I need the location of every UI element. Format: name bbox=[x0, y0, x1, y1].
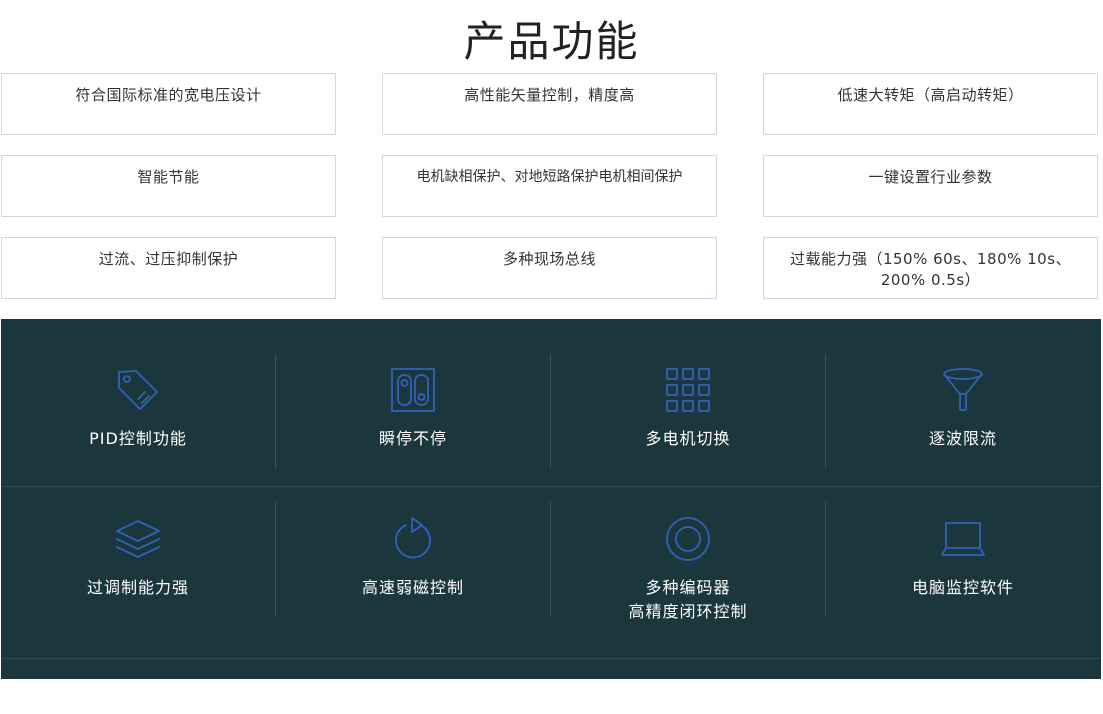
feature-box: 过流、过压抑制保护 bbox=[1, 237, 336, 299]
function-item-multi-motor: 多电机切换 bbox=[551, 366, 825, 451]
function-item-encoder: 多种编码器 高精度闭环控制 bbox=[551, 515, 825, 624]
grid-icon bbox=[666, 368, 710, 412]
function-item-pid: PID控制功能 bbox=[1, 366, 275, 451]
function-label: 瞬停不停 bbox=[378, 429, 447, 448]
function-item-overmodulation: 过调制能力强 bbox=[1, 515, 275, 600]
layers-icon bbox=[116, 520, 160, 558]
function-label: 逐波限流 bbox=[928, 429, 997, 448]
feature-box: 低速大转矩（高启动转矩） bbox=[763, 73, 1098, 135]
row-divider bbox=[1, 658, 1101, 659]
feature-box: 符合国际标准的宽电压设计 bbox=[1, 73, 336, 135]
refresh-icon bbox=[395, 517, 431, 559]
feature-box: 智能节能 bbox=[1, 155, 336, 217]
function-label: 多电机切换 bbox=[645, 429, 731, 448]
function-label: 高速弱磁控制 bbox=[361, 578, 464, 597]
function-label: PID控制功能 bbox=[89, 429, 187, 448]
page-title: 产品功能 bbox=[463, 17, 640, 66]
feature-box: 多种现场总线 bbox=[382, 237, 717, 299]
ring-icon bbox=[666, 517, 710, 561]
switch-panel-icon bbox=[391, 368, 435, 412]
funnel-icon bbox=[943, 368, 983, 411]
function-panel: PID控制功能 瞬停不停 多电机切换 逐波限流 过调制能力强 高速弱磁控制 多种… bbox=[1, 319, 1101, 679]
feature-box: 电机缺相保护、对地短路保护电机相间保护 bbox=[382, 155, 717, 217]
function-label: 多种编码器 bbox=[645, 578, 731, 597]
row-divider bbox=[1, 486, 1101, 487]
function-label: 过调制能力强 bbox=[86, 578, 189, 597]
function-label-line2: 高精度闭环控制 bbox=[628, 602, 748, 621]
laptop-icon bbox=[941, 522, 985, 556]
tag-icon bbox=[118, 370, 158, 410]
feature-box: 高性能矢量控制，精度高 bbox=[382, 73, 717, 135]
function-item-ride-through: 瞬停不停 bbox=[276, 366, 550, 451]
feature-box: 一键设置行业参数 bbox=[763, 155, 1098, 217]
feature-box: 过载能力强（150% 60s、180% 10s、200% 0.5s） bbox=[763, 237, 1098, 299]
function-item-current-limit: 逐波限流 bbox=[826, 366, 1100, 451]
function-item-field-weakening: 高速弱磁控制 bbox=[276, 515, 550, 600]
function-item-monitoring-software: 电脑监控软件 bbox=[826, 515, 1100, 600]
function-label: 电脑监控软件 bbox=[911, 578, 1014, 597]
